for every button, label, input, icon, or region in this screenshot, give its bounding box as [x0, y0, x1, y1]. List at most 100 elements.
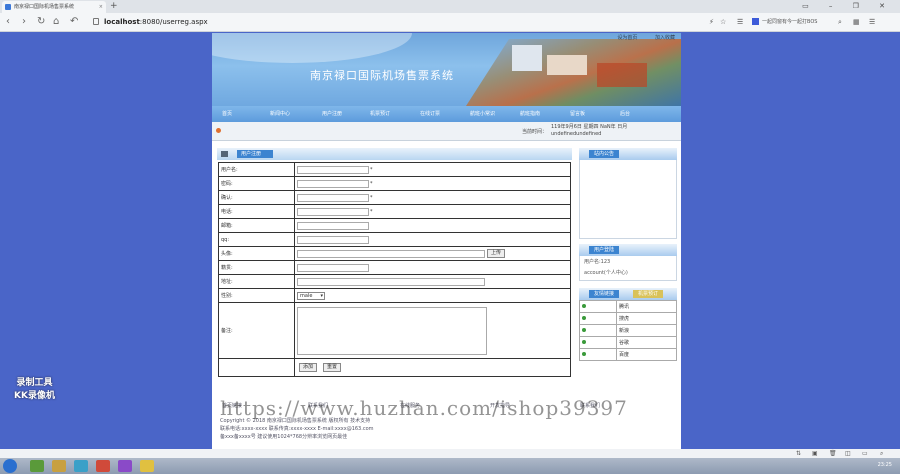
- empty-cell: [218, 358, 295, 377]
- link-item[interactable]: 谷歌: [616, 336, 677, 349]
- zoom-icon[interactable]: ⌕: [880, 449, 883, 458]
- url-field[interactable]: localhost:8080/userreg.aspx: [104, 16, 208, 28]
- set-homepage-link[interactable]: 设为首页: [617, 35, 637, 41]
- status-icon[interactable]: ▣: [812, 449, 818, 458]
- form-cell: 上传: [294, 246, 571, 261]
- new-tab-button[interactable]: +: [110, 0, 118, 13]
- taskbar-app-icon[interactable]: [118, 460, 132, 472]
- time-line-2: undefinedundefined: [551, 131, 602, 137]
- info-bar: 当前时间： 119年9月6日 星期四 NaN年 日月 undefinedunde…: [212, 122, 681, 141]
- window-controls[interactable]: ▭ – ❐ ✕: [802, 0, 894, 13]
- bullet-icon: [582, 303, 586, 308]
- bullet-icon: [582, 315, 586, 320]
- menu-item-home[interactable]: 首页: [222, 106, 232, 122]
- back-icon[interactable]: ‹: [6, 15, 10, 29]
- menu-item-admin[interactable]: 后台: [620, 106, 630, 122]
- booking-tab[interactable]: 机票预订: [633, 290, 664, 298]
- menu-item-messages[interactable]: 留言板: [570, 106, 585, 122]
- menu-icon[interactable]: ☰: [869, 16, 875, 28]
- password-label: 密码:: [218, 176, 295, 191]
- form-cell: [294, 274, 571, 289]
- clock: 23:25: [877, 462, 892, 468]
- watermark: https://www.huzhan.com/ishop39397: [220, 396, 628, 420]
- status-icon[interactable]: ▭: [862, 449, 868, 458]
- phone-label: 电话:: [218, 204, 295, 219]
- menu-lines-icon[interactable]: ☰: [737, 16, 743, 28]
- page-info-icon[interactable]: [93, 18, 99, 25]
- link-item[interactable]: 百度: [616, 348, 677, 361]
- undo-icon[interactable]: ↶: [70, 15, 78, 29]
- taskbar-app-icon[interactable]: [140, 460, 154, 472]
- form-cell: *: [294, 190, 571, 205]
- email-input[interactable]: [297, 221, 369, 230]
- link-item[interactable]: 腾讯: [616, 300, 677, 313]
- notice-box: 站内公告: [579, 148, 677, 239]
- taskbar-app-icon[interactable]: [30, 460, 44, 472]
- taskbar-app-icon[interactable]: [74, 460, 88, 472]
- menu-item-order[interactable]: 在线订票: [420, 106, 440, 122]
- bullet-icon: [582, 327, 586, 332]
- status-icon[interactable]: ⇅: [796, 449, 801, 458]
- phone-input[interactable]: [297, 207, 369, 216]
- main-menu: 首页 新闻中心 用户注册 机票预订 在线订票 航班小常识 航班指南 留言板 后台: [212, 106, 681, 122]
- reload-icon[interactable]: ↻: [37, 15, 45, 29]
- taskbar-app-icon[interactable]: [52, 460, 66, 472]
- link-row: 新浪: [579, 324, 677, 337]
- remark-textarea[interactable]: [297, 306, 487, 355]
- search-icon[interactable]: ⌕: [838, 16, 842, 28]
- form-cell: [294, 218, 571, 233]
- form-cell: *: [294, 204, 571, 219]
- link-bullet: [579, 324, 617, 337]
- login-account-link[interactable]: account(个人中心): [580, 267, 676, 278]
- required-mark: *: [370, 181, 373, 187]
- menu-item-booking[interactable]: 机票预订: [370, 106, 390, 122]
- avatar-input[interactable]: [297, 249, 485, 258]
- search-engine-icon: [752, 18, 759, 25]
- url-host: localhost: [104, 18, 140, 26]
- browser-tab[interactable]: 南京禄口国际机场售票系统 ×: [2, 1, 106, 13]
- form-row: 性别: male: [218, 288, 571, 303]
- links-tab[interactable]: 友情链接: [589, 290, 620, 298]
- form-cell: [294, 260, 571, 275]
- email-label: 邮箱:: [218, 218, 295, 233]
- password-input[interactable]: [297, 179, 369, 188]
- form-row: 密码: *: [218, 176, 571, 191]
- form-cell: 添加 重置: [294, 358, 571, 377]
- address-input[interactable]: [297, 277, 485, 286]
- form-row: 用户名: *: [218, 162, 571, 177]
- qq-input[interactable]: [297, 235, 369, 244]
- menu-item-tips[interactable]: 航班小常识: [470, 106, 495, 122]
- apps-icon[interactable]: ▦: [853, 16, 860, 28]
- menu-item-news[interactable]: 新闻中心: [270, 106, 290, 122]
- native-place-input[interactable]: [297, 263, 369, 272]
- login-username: 用户名:123: [584, 259, 611, 265]
- link-item[interactable]: 搜虎: [616, 312, 677, 325]
- add-favorite-link[interactable]: 加入收藏: [655, 35, 675, 41]
- add-button[interactable]: 添加: [299, 363, 318, 372]
- banner-swoosh: [212, 33, 412, 63]
- link-item[interactable]: 新浪: [616, 324, 677, 337]
- upload-button[interactable]: 上传: [487, 249, 506, 258]
- star-icon[interactable]: ☆: [720, 16, 726, 28]
- taskbar-app-icon[interactable]: [96, 460, 110, 472]
- menu-item-register[interactable]: 用户注册: [322, 106, 342, 122]
- flash-icon[interactable]: ⚡: [709, 16, 714, 28]
- home-icon[interactable]: ⌂: [53, 15, 59, 29]
- forward-icon[interactable]: ›: [22, 15, 26, 29]
- reset-button[interactable]: 重置: [323, 363, 342, 372]
- form-row: 邮箱:: [218, 218, 571, 233]
- gender-select[interactable]: male: [297, 291, 325, 300]
- search-input[interactable]: 一起同窗有今一起打BOS: [752, 16, 832, 28]
- trash-icon[interactable]: 🗑: [829, 449, 837, 458]
- username-input[interactable]: [297, 165, 369, 174]
- menu-item-guide[interactable]: 航班指南: [520, 106, 540, 122]
- taskbar: 23:25: [0, 458, 900, 474]
- register-panel: 用户注册 用户名: * 密码: * 确认: * 电话: * 邮箱: qq: 头像…: [217, 148, 572, 388]
- confirm-input[interactable]: [297, 193, 369, 202]
- link-row: 谷歌: [579, 336, 677, 349]
- time-value: 119年9月6日 星期四 NaN年 日月 undefinedundefined: [551, 124, 627, 138]
- close-tab-icon[interactable]: ×: [99, 1, 103, 13]
- status-icon[interactable]: ◫: [845, 449, 851, 458]
- building-1: [512, 45, 542, 71]
- start-button[interactable]: [3, 459, 17, 473]
